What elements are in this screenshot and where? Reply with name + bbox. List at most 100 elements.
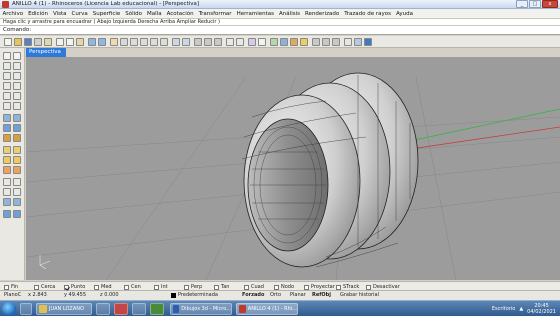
taskbar-explorer[interactable] xyxy=(20,303,32,315)
fillet-icon[interactable] xyxy=(3,156,11,164)
pan-icon[interactable] xyxy=(110,38,118,46)
copy-object-icon[interactable] xyxy=(13,178,21,186)
osnap-int[interactable]: Int xyxy=(154,283,168,291)
settings-icon[interactable] xyxy=(354,38,362,46)
analyze-icon[interactable] xyxy=(13,210,21,218)
ring-model[interactable] xyxy=(241,72,419,268)
rotate-icon[interactable] xyxy=(3,188,11,196)
taskbar-app-5[interactable] xyxy=(150,303,164,315)
osnap-int-checkbox[interactable] xyxy=(154,284,159,290)
osnap-cen-checkbox[interactable] xyxy=(124,284,129,290)
osnap-cerca[interactable]: Cerca xyxy=(34,283,55,291)
menu-vista[interactable]: Vista xyxy=(50,9,69,18)
menu-edicion[interactable]: Edición xyxy=(26,9,51,18)
osnap-tan-checkbox[interactable] xyxy=(214,284,219,290)
surface-icon[interactable] xyxy=(3,114,11,122)
trim-icon[interactable] xyxy=(13,156,21,164)
osnap-desactivar-checkbox[interactable] xyxy=(366,284,371,290)
osnap-cerca-checkbox[interactable] xyxy=(34,284,39,290)
osnap-med[interactable]: Med xyxy=(94,283,112,291)
close-button[interactable]: x xyxy=(542,0,558,8)
grid-icon[interactable] xyxy=(312,38,320,46)
options-icon[interactable] xyxy=(344,38,352,46)
new-file-icon[interactable] xyxy=(4,38,12,46)
menu-curva[interactable]: Curva xyxy=(69,9,90,18)
zoom-icon[interactable] xyxy=(130,38,138,46)
status-grabar-historial[interactable]: Grabar historial xyxy=(340,291,379,300)
mesh-icon[interactable] xyxy=(3,134,11,142)
osnap-cuad-checkbox[interactable] xyxy=(244,284,249,290)
maximize-button[interactable]: □ xyxy=(529,0,541,8)
hide-objects-icon[interactable] xyxy=(204,38,212,46)
osnap-strack[interactable]: STrack xyxy=(336,283,359,291)
taskbar-pdf[interactable] xyxy=(114,303,128,315)
osnap-cuad[interactable]: Cuad xyxy=(244,283,264,291)
ellipse-icon[interactable] xyxy=(3,92,11,100)
split-icon[interactable] xyxy=(3,166,11,174)
select-all-icon[interactable] xyxy=(194,38,202,46)
zoom-extents-icon[interactable] xyxy=(150,38,158,46)
mirror-icon[interactable] xyxy=(13,198,21,206)
command-prompt[interactable]: Comando: xyxy=(0,26,560,35)
circle-icon[interactable] xyxy=(3,82,11,90)
arc-icon[interactable] xyxy=(13,82,21,90)
zoom-window-icon[interactable] xyxy=(140,38,148,46)
curve-icon[interactable] xyxy=(3,72,11,80)
annotation-icon[interactable] xyxy=(13,146,21,154)
taskbar-app-2[interactable] xyxy=(96,303,110,315)
help-icon[interactable] xyxy=(364,38,372,46)
open-file-icon[interactable] xyxy=(14,38,22,46)
join-icon[interactable] xyxy=(13,166,21,174)
osnap-med-checkbox[interactable] xyxy=(94,284,99,290)
show-objects-icon[interactable] xyxy=(214,38,222,46)
array-icon[interactable] xyxy=(3,198,11,206)
copy-icon[interactable] xyxy=(66,38,74,46)
four-viewports-icon[interactable] xyxy=(182,38,190,46)
minimize-button[interactable]: _ xyxy=(516,0,528,8)
osnap-nodo-checkbox[interactable] xyxy=(274,284,279,290)
layer-icon[interactable] xyxy=(248,38,256,46)
taskbar-word[interactable]: Dibujos 3d - Micro... xyxy=(170,303,232,315)
osnap-fin[interactable]: Fin xyxy=(4,283,18,291)
menu-ayuda[interactable]: Ayuda xyxy=(394,9,416,18)
rotate-view-icon[interactable] xyxy=(120,38,128,46)
osnap-tan[interactable]: Tan xyxy=(214,283,229,291)
menu-archivo[interactable]: Archivo xyxy=(0,9,26,18)
render-mesh-icon[interactable] xyxy=(13,134,21,142)
taskbar-chrome[interactable] xyxy=(132,303,146,315)
tray-clock[interactable]: 20:45 04/02/2021 xyxy=(527,303,556,315)
osnap-proyectar[interactable]: Proyectar xyxy=(304,283,335,291)
osnap-perp-checkbox[interactable] xyxy=(184,284,189,290)
sphere-icon[interactable] xyxy=(13,124,21,132)
scale-icon[interactable] xyxy=(13,188,21,196)
unlock-icon[interactable] xyxy=(236,38,244,46)
print-icon[interactable] xyxy=(34,38,42,46)
light-icon[interactable] xyxy=(300,38,308,46)
menu-superficie[interactable]: Superficie xyxy=(90,9,123,18)
osnap-punto-checkbox[interactable] xyxy=(64,284,69,290)
polygon-icon[interactable] xyxy=(3,102,11,110)
menu-acotacion[interactable]: Acotación xyxy=(164,9,196,18)
extrude-icon[interactable] xyxy=(13,114,21,122)
redo-icon[interactable] xyxy=(98,38,106,46)
line-icon[interactable] xyxy=(13,72,21,80)
zoom-selected-icon[interactable] xyxy=(160,38,168,46)
shaded-icon[interactable] xyxy=(280,38,288,46)
osnap-nodo[interactable]: Nodo xyxy=(274,283,294,291)
dimension-icon[interactable] xyxy=(3,146,11,154)
lock-icon[interactable] xyxy=(226,38,234,46)
move-icon[interactable] xyxy=(3,178,11,186)
save-icon[interactable] xyxy=(24,38,32,46)
properties-icon[interactable] xyxy=(258,38,266,46)
rectangle-icon[interactable] xyxy=(13,92,21,100)
paste-icon[interactable] xyxy=(76,38,84,46)
menu-transformar[interactable]: Transformar xyxy=(196,9,234,18)
import-icon[interactable] xyxy=(44,38,52,46)
status-layer[interactable]: Predeterminada xyxy=(178,291,218,300)
tray-desktop-label[interactable]: Escritorio xyxy=(492,306,515,312)
undo-icon[interactable] xyxy=(88,38,96,46)
select-points-icon[interactable] xyxy=(13,52,21,60)
box-icon[interactable] xyxy=(3,124,11,132)
osnap-cen[interactable]: Cen xyxy=(124,283,141,291)
osnap-desactivar[interactable]: Desactivar xyxy=(366,283,400,291)
